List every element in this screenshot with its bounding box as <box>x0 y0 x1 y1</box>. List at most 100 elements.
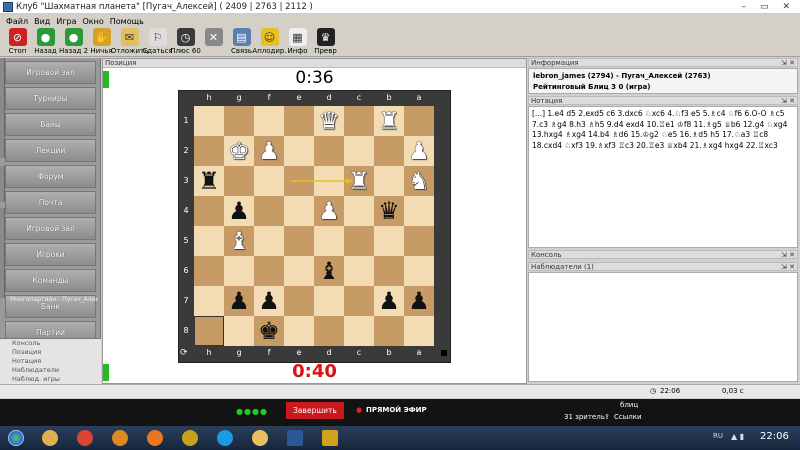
toolbar-button-2[interactable]: ● Назад 2 <box>59 27 88 55</box>
square-f5[interactable] <box>254 226 284 256</box>
white-pawn-d4[interactable]: ♟ <box>314 196 344 226</box>
square-b5[interactable] <box>374 226 404 256</box>
taskbar-app-2[interactable] <box>103 427 137 449</box>
panel-pin-icon[interactable]: ⇲ ✕ <box>781 97 795 105</box>
panel-link-2[interactable]: Нотация <box>0 357 101 366</box>
share-icon[interactable]: ⇪ <box>604 413 610 421</box>
black-pawn-g7[interactable]: ♟ <box>224 286 254 316</box>
flip-board-icon[interactable]: ⟳ <box>180 348 188 358</box>
toolbar-button-0[interactable]: ⊘ Стоп <box>4 27 31 55</box>
square-c5[interactable] <box>344 226 374 256</box>
toolbar-button-8[interactable]: ▤ Связь <box>228 27 255 55</box>
square-c2[interactable] <box>344 136 374 166</box>
square-d5[interactable] <box>314 226 344 256</box>
start-button[interactable] <box>0 427 32 449</box>
square-h6[interactable] <box>194 256 224 286</box>
toolbar-button-11[interactable]: ♛ Превр <box>312 27 339 55</box>
minimize-button[interactable]: – <box>741 2 746 12</box>
links-button[interactable]: Ссылки <box>614 413 642 421</box>
white-rook-b1[interactable]: ♜ <box>374 106 404 136</box>
square-d7[interactable] <box>314 286 344 316</box>
panel-pin-icon[interactable]: ⇲ ✕ <box>781 251 795 259</box>
toolbar-button-10[interactable]: ▦ Инфо <box>284 27 311 55</box>
square-a6[interactable] <box>404 256 434 286</box>
black-pawn-a7[interactable]: ♟ <box>404 286 434 316</box>
maximize-button[interactable]: ▭ <box>760 2 769 12</box>
sidebar-item-1[interactable]: Турниры <box>5 87 96 110</box>
white-king-g2[interactable]: ♚ <box>224 136 254 166</box>
vertical-tab-1[interactable] <box>0 166 5 202</box>
square-c7[interactable] <box>344 286 374 316</box>
sidebar-item-7[interactable]: Игроки <box>5 243 96 266</box>
black-pawn-f7[interactable]: ♟ <box>254 286 284 316</box>
menu-game[interactable]: Игра <box>56 17 76 26</box>
square-b6[interactable] <box>374 256 404 286</box>
square-a1[interactable] <box>404 106 434 136</box>
taskbar-app-8[interactable] <box>313 427 347 449</box>
taskbar-app-0[interactable] <box>33 427 67 449</box>
square-e8[interactable] <box>284 316 314 346</box>
sidebar-item-5[interactable]: Почта <box>5 191 96 214</box>
sidebar-item-2[interactable]: Баны <box>5 113 96 136</box>
square-f6[interactable] <box>254 256 284 286</box>
panel-link-4[interactable]: Наблюд. игры <box>0 375 101 384</box>
panel-link-1[interactable]: Позиция <box>0 348 101 357</box>
toolbar-button-7[interactable]: ✕ <box>200 27 227 47</box>
toolbar-button-6[interactable]: ◷ Плюс 60 <box>170 27 201 55</box>
sidebar-item-6[interactable]: Игровой зал <box>5 217 96 240</box>
sidebar-item-4[interactable]: Форум <box>5 165 96 188</box>
observers-list[interactable] <box>528 272 798 382</box>
square-a4[interactable] <box>404 196 434 226</box>
square-h5[interactable] <box>194 226 224 256</box>
square-g8[interactable] <box>224 316 254 346</box>
end-stream-button[interactable]: Завершить <box>286 402 344 419</box>
square-b2[interactable] <box>374 136 404 166</box>
sidebar-subitem[interactable]: Многопартийн - Пугач_Алексей <box>10 296 98 303</box>
sidebar-item-3[interactable]: Лекции <box>5 139 96 162</box>
panel-pin-icon[interactable]: ⇲ ✕ <box>781 263 795 271</box>
black-pawn-g4[interactable]: ♟ <box>224 196 254 226</box>
square-g3[interactable] <box>224 166 254 196</box>
menu-help[interactable]: Помощь <box>110 17 144 26</box>
menu-view[interactable]: Вид <box>34 17 50 26</box>
square-b8[interactable] <box>374 316 404 346</box>
toolbar-button-9[interactable]: ☺ Аплодир. <box>252 27 287 55</box>
black-bishop-d6[interactable]: ♝ <box>314 256 344 286</box>
square-d2[interactable] <box>314 136 344 166</box>
white-bishop-g5[interactable]: ♝ <box>224 226 254 256</box>
chess-board[interactable]: h h g g f f e e d d c c b b a a 1 2 3 4 5 6 7 8 ⟳ ♛ ♜ ♚ ♟ ♟ ♜ ♜ ♞ ♟ ♟ ♛ ♝ ♝ ♟ ♟… <box>178 90 451 363</box>
panel-link-3[interactable]: Наблюдатели <box>0 366 101 375</box>
square-a5[interactable] <box>404 226 434 256</box>
sidebar-item-8[interactable]: Команды <box>5 269 96 292</box>
vertical-tab-0[interactable] <box>0 58 5 158</box>
white-queen-d1[interactable]: ♛ <box>314 106 344 136</box>
square-g1[interactable] <box>224 106 254 136</box>
black-pawn-b7[interactable]: ♟ <box>374 286 404 316</box>
taskbar-app-7[interactable] <box>278 427 312 449</box>
taskbar-app-5[interactable] <box>208 427 242 449</box>
toolbar-button-5[interactable]: ⚐ Сдаться <box>142 27 173 55</box>
square-e7[interactable] <box>284 286 314 316</box>
sidebar-item-0[interactable]: Игровой зал <box>5 61 96 84</box>
vertical-tab-2[interactable] <box>0 208 5 298</box>
square-e1[interactable] <box>284 106 314 136</box>
square-c6[interactable] <box>344 256 374 286</box>
square-e4[interactable] <box>284 196 314 226</box>
square-d3[interactable] <box>314 166 344 196</box>
square-h4[interactable] <box>194 196 224 226</box>
white-pawn-f2[interactable]: ♟ <box>254 136 284 166</box>
white-pawn-a2[interactable]: ♟ <box>404 136 434 166</box>
square-c1[interactable] <box>344 106 374 136</box>
menu-file[interactable]: Файл <box>6 17 28 26</box>
toolbar-button-1[interactable]: ● Назад <box>32 27 59 55</box>
taskbar-app-1[interactable] <box>68 427 102 449</box>
square-g6[interactable] <box>224 256 254 286</box>
taskbar-app-4[interactable] <box>173 427 207 449</box>
square-e6[interactable] <box>284 256 314 286</box>
square-h2[interactable] <box>194 136 224 166</box>
taskbar-app-6[interactable] <box>243 427 277 449</box>
white-knight-a3[interactable]: ♞ <box>404 166 434 196</box>
menu-window[interactable]: Окно <box>83 17 104 26</box>
square-h1[interactable] <box>194 106 224 136</box>
panel-pin-icon[interactable]: ⇲ ✕ <box>781 59 795 67</box>
